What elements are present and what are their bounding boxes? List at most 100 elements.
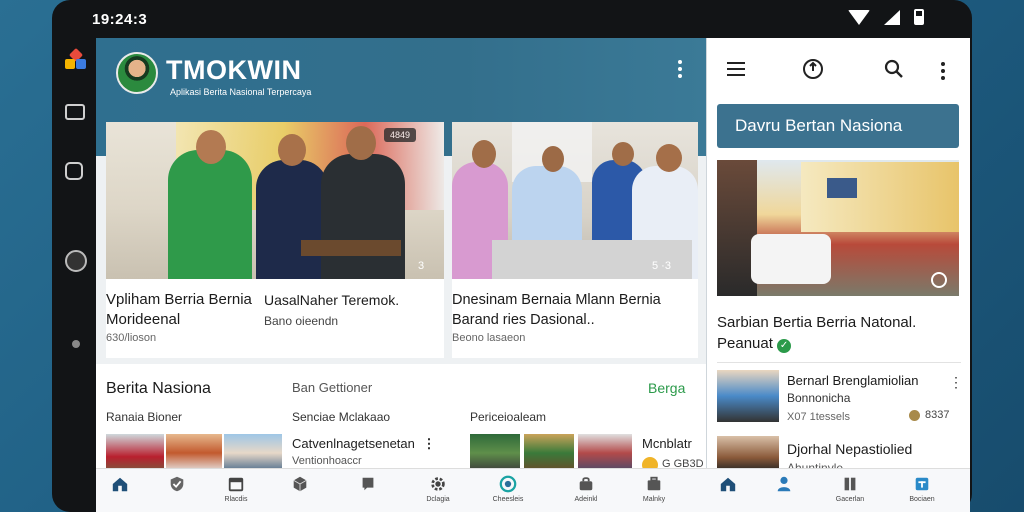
coin-icon xyxy=(909,410,920,421)
news-thumbnail[interactable] xyxy=(224,434,282,472)
side-bottom-navigation: Gacerlan Bociaen xyxy=(706,468,970,512)
main-news-panel: TMOKWIN Aplikasi Berita Nasional Terperc… xyxy=(96,38,706,478)
headline-line: Bano oieendn xyxy=(264,314,339,328)
bag-icon xyxy=(579,477,593,491)
nav-label: Rlacdis xyxy=(224,496,248,503)
news-thumbnail[interactable] xyxy=(470,434,520,472)
brand-avatar xyxy=(116,52,158,94)
settings-icon xyxy=(431,477,445,491)
section-see-more-link[interactable]: Berga xyxy=(648,380,685,396)
headline-line: UasalNaher Teremok. xyxy=(264,292,400,308)
list-item-meta: X07 1tessels xyxy=(787,411,850,423)
battery-icon xyxy=(914,9,924,25)
side-banner[interactable]: Davru Bertan Nasiona xyxy=(717,104,959,148)
news-icon xyxy=(915,477,929,491)
list-thumbnail[interactable] xyxy=(717,370,779,422)
app-name: TMOKWIN xyxy=(166,55,302,85)
nav-label: Bociaen xyxy=(909,496,935,503)
nav-discover[interactable]: Cheesleis xyxy=(488,475,528,503)
app-tagline: Aplikasi Berita Nasional Terpercaya xyxy=(170,87,312,97)
section-column-label: Ranaia Bioner xyxy=(106,410,183,424)
section-column-label: Periceioaleam xyxy=(470,410,547,424)
side-nav-profile[interactable] xyxy=(764,475,804,496)
list-item-count: 8337 xyxy=(925,409,950,421)
nav-home[interactable] xyxy=(100,475,140,496)
headline-line: Dnesinam Bernaia Mlann Bernia xyxy=(452,292,661,308)
bottom-navigation: Rlacdis Dclagia Cheesleis Adeinkl Malnky xyxy=(96,468,706,512)
side-nav-news[interactable]: Bociaen xyxy=(902,475,942,503)
copy-icon[interactable] xyxy=(65,162,83,180)
book-icon xyxy=(844,477,856,491)
side-nav-library[interactable]: Gacerlan xyxy=(830,475,870,503)
home-icon xyxy=(720,477,736,492)
signal-icon xyxy=(884,9,900,25)
featured-photo: 5 ·3 xyxy=(452,122,698,279)
side-nav-home[interactable] xyxy=(708,475,748,496)
story-title-line: Peanuat xyxy=(717,335,773,352)
menu-icon[interactable] xyxy=(725,58,747,80)
compass-icon xyxy=(499,475,517,493)
list-item-subtitle: Bonnonicha xyxy=(787,391,851,405)
more-options-icon[interactable] xyxy=(941,62,947,83)
nav-chat[interactable] xyxy=(348,475,388,496)
camera-dot-icon xyxy=(72,340,80,348)
featured-headline: Dnesinam Bernaia Mlann Bernia Barand rie… xyxy=(452,290,661,330)
story-title-line: Catvenlnagetsenetan xyxy=(292,436,415,451)
nav-rail xyxy=(58,38,96,478)
status-bar: 19:24:3 xyxy=(52,0,972,38)
cube-icon xyxy=(293,476,307,492)
more-icon[interactable]: ⋮ xyxy=(423,436,436,451)
featured-photo: 4849 3 xyxy=(106,122,444,279)
more-icon[interactable]: ⋮ xyxy=(949,374,963,391)
list-thumbnail[interactable] xyxy=(717,436,779,472)
side-top-story-photo[interactable] xyxy=(717,160,959,296)
gallery-icon[interactable] xyxy=(65,104,85,120)
story-title-line: Ventionhoaccr xyxy=(292,455,362,467)
nav-cube[interactable] xyxy=(280,475,320,496)
shield-check-icon xyxy=(170,476,184,492)
home-button-icon[interactable] xyxy=(65,250,87,272)
nav-label: Adeinkl xyxy=(574,496,598,503)
divider xyxy=(717,362,961,363)
side-news-panel: Davru Bertan Nasiona Sarbian Bertia Berr… xyxy=(706,38,970,478)
status-time: 19:24:3 xyxy=(92,11,148,28)
search-icon[interactable] xyxy=(883,58,905,80)
list-item-title: Bernarl Brenglamiolian xyxy=(787,373,919,388)
nav-verified[interactable] xyxy=(157,475,197,496)
featured-headline: Vpliham Berria Bernia Morideenal xyxy=(106,290,252,330)
compass-icon[interactable] xyxy=(802,58,824,80)
news-section: Berita Nasiona Ban Gettioner Berga Ranai… xyxy=(96,364,706,478)
list-item-title: Djorhal Nepastiolied xyxy=(787,441,913,457)
list-item[interactable]: Bernarl Brenglamiolian Bonnonicha X07 1t… xyxy=(787,372,919,426)
nav-work[interactable]: Malnky xyxy=(634,475,674,503)
news-thumbnail[interactable] xyxy=(578,434,632,472)
nav-calendar[interactable]: Rlacdis xyxy=(216,475,256,503)
story-label: Mcnblatr xyxy=(642,436,692,451)
featured-card[interactable]: 5 ·3 Dnesinam Bernaia Mlann Bernia Baran… xyxy=(452,122,698,358)
story-title[interactable]: Catvenlnagetsenetan ⋮ Ventionhoaccr xyxy=(292,436,436,467)
app-logo-icon[interactable] xyxy=(65,47,87,72)
nav-label: Cheesleis xyxy=(492,496,524,503)
nav-shop[interactable]: Adeinkl xyxy=(566,475,606,503)
chat-icon xyxy=(362,477,374,491)
briefcase-icon xyxy=(647,476,661,491)
headline-line: Vpliham Berria Bernia xyxy=(106,291,252,308)
featured-source: 630/lioson xyxy=(106,332,157,344)
nav-settings[interactable]: Dclagia xyxy=(418,475,458,503)
section-subtitle: Ban Gettioner xyxy=(292,380,373,395)
featured-source: Beono lasaeon xyxy=(452,332,526,344)
news-thumbnail[interactable] xyxy=(106,434,164,472)
nav-label: Dclagia xyxy=(426,496,450,503)
headline-line: Morideenal xyxy=(106,311,181,328)
news-thumbnail[interactable] xyxy=(524,434,574,472)
featured-card[interactable]: 4849 3 Vpliham Berria Bernia Morideenal … xyxy=(106,122,444,358)
section-column-label: Senciae Mclakaao xyxy=(292,410,391,424)
side-toolbar xyxy=(707,38,970,96)
featured-headline-secondary: UasalNaher Teremok. Bano oieendn xyxy=(264,290,399,331)
side-top-story-title[interactable]: Sarbian Bertia Berria Natonal. Peanuat ✓ xyxy=(717,312,916,354)
featured-corner-label: 5 ·3 xyxy=(652,260,671,272)
news-thumbnail[interactable] xyxy=(166,434,222,472)
more-options-icon[interactable] xyxy=(678,60,684,81)
featured-badge: 4849 xyxy=(384,128,417,142)
story-title-line: Sarbian Bertia Berria Natonal. xyxy=(717,314,917,331)
